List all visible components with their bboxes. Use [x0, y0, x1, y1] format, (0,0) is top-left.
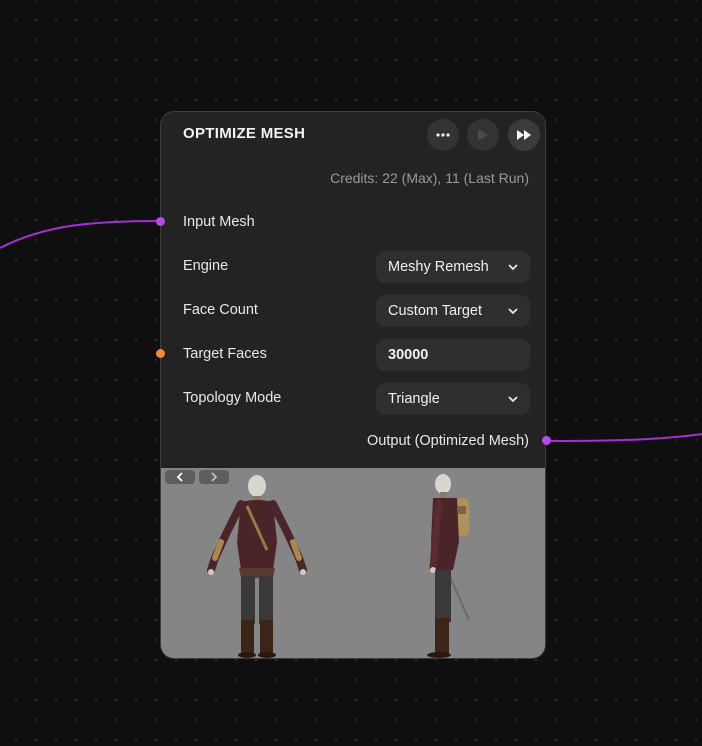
input-mesh-label: Input Mesh	[183, 214, 255, 230]
face-count-select[interactable]: Custom Target	[376, 295, 530, 327]
output-port[interactable]	[542, 436, 551, 445]
optimize-mesh-node[interactable]: OPTIMIZE MESH Credits: 22 (Max), 11 (Las…	[160, 111, 546, 659]
input-wire[interactable]	[0, 220, 162, 249]
engine-value: Meshy Remesh	[388, 259, 489, 275]
output-label: Output (Optimized Mesh)	[367, 433, 529, 449]
more-horizontal-icon	[436, 133, 450, 137]
engine-select[interactable]: Meshy Remesh	[376, 251, 530, 283]
fast-forward-icon	[517, 130, 531, 140]
topology-mode-value: Triangle	[388, 391, 440, 407]
chevron-left-icon	[176, 472, 183, 482]
chevron-down-icon	[508, 307, 518, 314]
topology-mode-label: Topology Mode	[183, 390, 282, 406]
output-wire[interactable]	[546, 433, 702, 442]
engine-label: Engine	[183, 258, 229, 274]
chevron-down-icon	[508, 395, 518, 402]
mesh-front-view	[207, 475, 307, 658]
more-options-button[interactable]	[427, 119, 459, 151]
mesh-preview[interactable]	[161, 468, 545, 658]
run-all-button[interactable]	[508, 119, 540, 151]
chevron-down-icon	[508, 263, 518, 270]
play-icon	[478, 129, 488, 141]
target-faces-label: Target Faces	[183, 346, 267, 362]
target-faces-input[interactable]: 30000	[376, 339, 530, 371]
target-faces-port[interactable]	[156, 349, 165, 358]
credits-text: Credits: 22 (Max), 11 (Last Run)	[330, 170, 529, 186]
input-mesh-port[interactable]	[156, 217, 165, 226]
mesh-side-view	[427, 474, 470, 658]
face-count-value: Custom Target	[388, 303, 483, 319]
run-button[interactable]	[467, 119, 499, 151]
node-title: OPTIMIZE MESH	[183, 125, 306, 142]
face-count-label: Face Count	[183, 302, 258, 318]
topology-mode-select[interactable]: Triangle	[376, 383, 530, 415]
preview-prev-button[interactable]	[165, 470, 195, 484]
target-faces-value: 30000	[388, 347, 429, 363]
